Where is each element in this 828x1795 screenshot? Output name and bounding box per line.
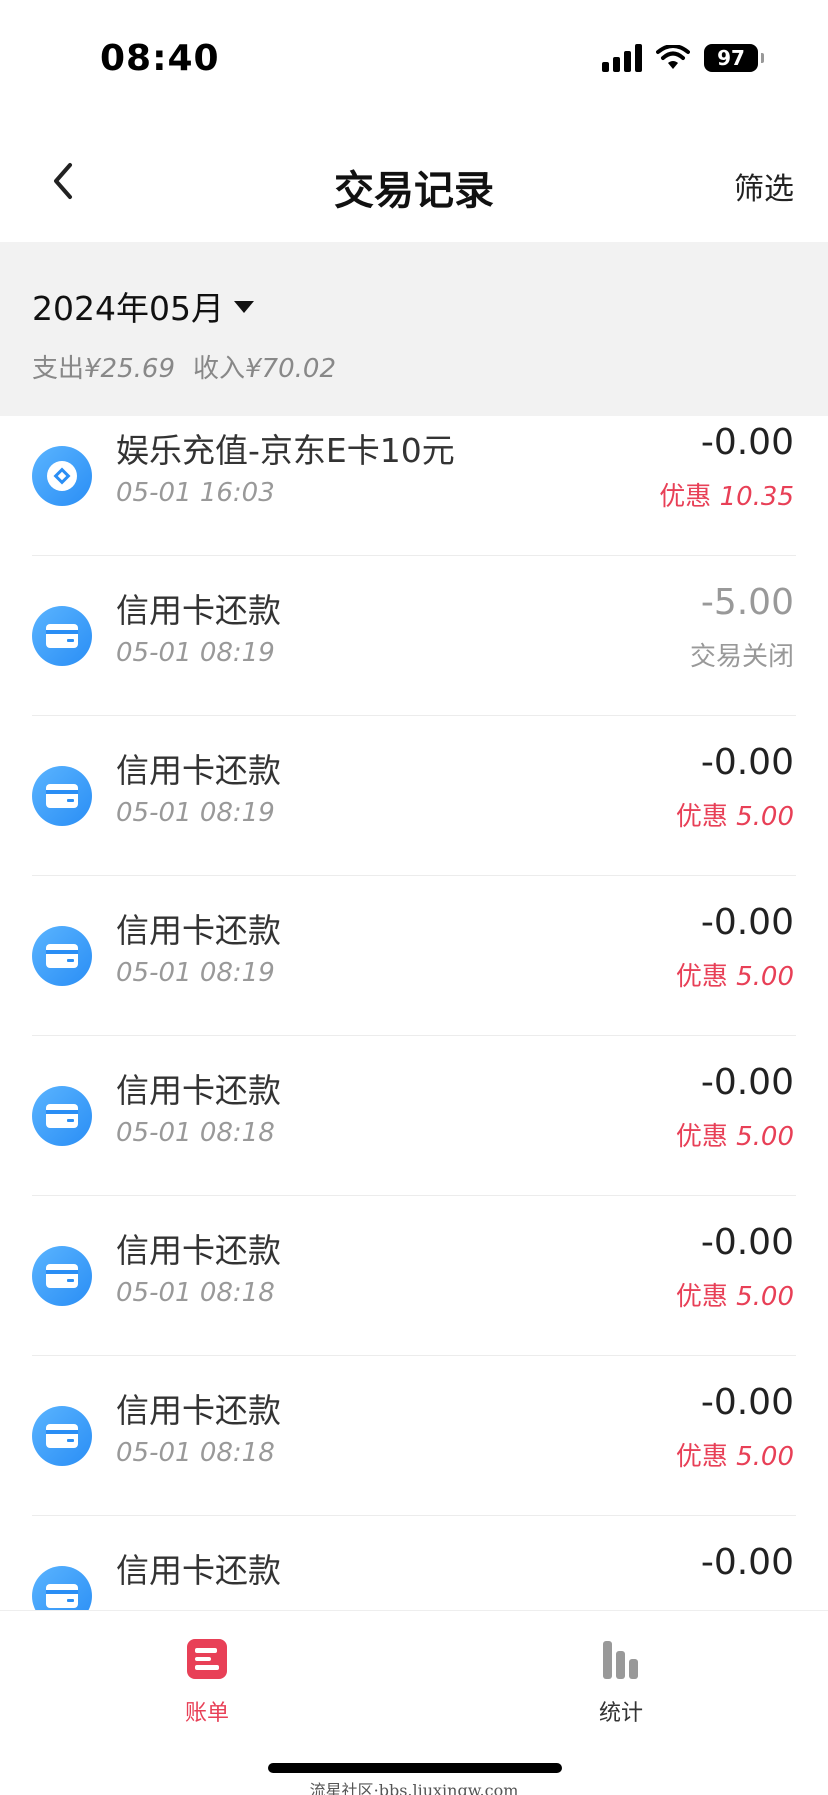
transaction-title: 信用卡还款	[116, 751, 281, 790]
coin-icon	[32, 446, 92, 506]
credit-card-icon	[32, 1406, 92, 1466]
tab-stats-label: 统计	[598, 1701, 643, 1726]
caret-down-icon	[233, 301, 254, 313]
status-icons: 97	[602, 44, 764, 72]
stats-bar-icon	[603, 1641, 638, 1679]
transaction-title: 信用卡还款	[116, 1391, 281, 1430]
wifi-icon	[656, 45, 690, 69]
transaction-list: 娱乐充值-京东E卡10元 05-01 16:03 -0.00 优惠 10.35 …	[0, 416, 828, 1610]
transaction-discount: 优惠 5.00	[675, 1122, 794, 1152]
battery-indicator: 97	[704, 44, 764, 72]
transaction-records-screen: 08:40 97 交易记录 筛选 2024年05月 支出¥25.69 收入¥70…	[0, 0, 828, 1795]
credit-card-icon	[32, 1246, 92, 1306]
transaction-amount: -0.00	[700, 422, 794, 463]
transaction-time: 05-01 08:19	[116, 798, 275, 828]
credit-card-icon	[32, 1086, 92, 1146]
transaction-title: 娱乐充值-京东E卡10元	[116, 431, 455, 470]
transaction-discount: 优惠 5.00	[675, 1442, 794, 1472]
transaction-item[interactable]: 信用卡还款 05-01 08:18 -0.00 优惠 5.00	[0, 1196, 828, 1356]
month-picker[interactable]: 2024年05月	[32, 282, 254, 330]
transaction-item[interactable]: 娱乐充值-京东E卡10元 05-01 16:03 -0.00 优惠 10.35	[0, 416, 828, 556]
status-bar: 08:40 97	[0, 0, 828, 120]
transaction-title: 信用卡还款	[116, 1071, 281, 1110]
credit-card-icon	[32, 926, 92, 986]
transaction-amount: -0.00	[700, 902, 794, 943]
transaction-item[interactable]: 信用卡还款 -0.00	[0, 1516, 828, 1610]
month-summary: 2024年05月 支出¥25.69 收入¥70.02	[0, 242, 828, 416]
transaction-amount: -0.00	[700, 1222, 794, 1263]
status-time: 08:40	[100, 38, 220, 79]
tab-bill-label: 账单	[184, 1701, 229, 1726]
transaction-amount: -0.00	[700, 1542, 794, 1583]
filter-button[interactable]: 筛选	[734, 164, 794, 208]
transaction-title: 信用卡还款	[116, 591, 281, 630]
transaction-time: 05-01 08:18	[116, 1438, 275, 1468]
transaction-item[interactable]: 信用卡还款 05-01 08:18 -0.00 优惠 5.00	[0, 1036, 828, 1196]
month-label: 2024年05月	[32, 289, 224, 328]
bill-icon	[187, 1639, 227, 1679]
tab-bill[interactable]: 账单	[147, 1637, 267, 1727]
income-total: 收入¥70.02	[193, 354, 336, 384]
transaction-discount: 优惠 10.35	[659, 482, 794, 512]
transaction-time: 05-01 16:03	[116, 478, 275, 508]
transaction-time: 05-01 08:19	[116, 958, 275, 988]
transaction-amount: -0.00	[700, 1062, 794, 1103]
tab-stats[interactable]: 统计	[561, 1637, 681, 1727]
cellular-signal-icon	[602, 44, 642, 72]
summary-totals: 支出¥25.69 收入¥70.02	[32, 348, 336, 385]
transaction-item[interactable]: 信用卡还款 05-01 08:18 -0.00 优惠 5.00	[0, 1356, 828, 1516]
transaction-time: 05-01 08:19	[116, 638, 275, 668]
transaction-title: 信用卡还款	[116, 1231, 281, 1270]
transaction-amount: -0.00	[700, 742, 794, 783]
transaction-title: 信用卡还款	[116, 911, 281, 950]
transaction-amount: -5.00	[700, 582, 794, 623]
nav-bar: 交易记录 筛选	[0, 120, 828, 242]
transaction-discount: 优惠 5.00	[675, 1282, 794, 1312]
home-indicator[interactable]	[268, 1763, 562, 1773]
credit-card-icon	[32, 1566, 92, 1610]
transaction-amount: -0.00	[700, 1382, 794, 1423]
tab-bar: 账单 统计 流星社区·bbs.liuxingw.com	[0, 1610, 828, 1795]
transaction-discount: 优惠 5.00	[675, 802, 794, 832]
transaction-time: 05-01 08:18	[116, 1118, 275, 1148]
transaction-discount: 优惠 5.00	[675, 962, 794, 992]
credit-card-icon	[32, 606, 92, 666]
expense-total: 支出¥25.69	[32, 354, 175, 384]
transaction-item[interactable]: 信用卡还款 05-01 08:19 -5.00 交易关闭	[0, 556, 828, 716]
page-title: 交易记录	[334, 168, 494, 214]
credit-card-icon	[32, 766, 92, 826]
transaction-status: 交易关闭	[689, 642, 794, 672]
transaction-time: 05-01 08:18	[116, 1278, 275, 1308]
transaction-item[interactable]: 信用卡还款 05-01 08:19 -0.00 优惠 5.00	[0, 876, 828, 1036]
watermark: 流星社区·bbs.liuxingw.com	[309, 1781, 519, 1795]
transaction-title: 信用卡还款	[116, 1551, 281, 1590]
transaction-item[interactable]: 信用卡还款 05-01 08:19 -0.00 优惠 5.00	[0, 716, 828, 876]
